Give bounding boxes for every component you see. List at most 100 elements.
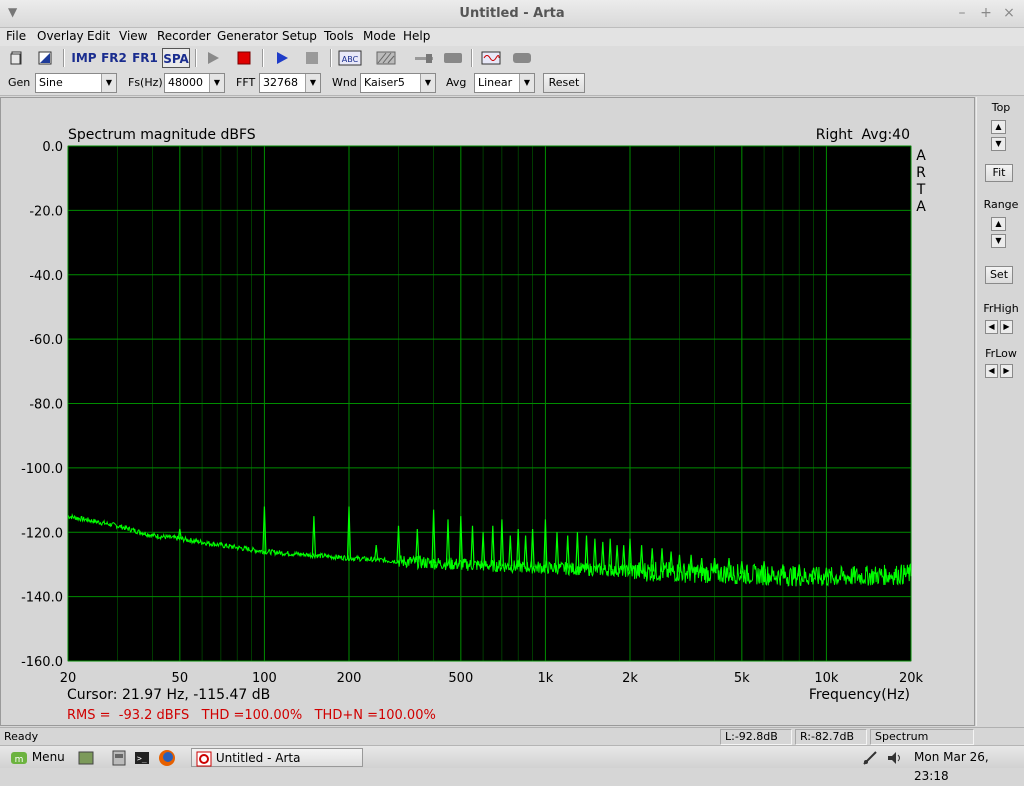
right-level-readout: R:-82.7dB	[795, 729, 867, 745]
hatch-icon[interactable]	[374, 48, 398, 68]
window-select[interactable]: Kaiser5 ▼	[360, 73, 436, 93]
y-tick-label: -100.0	[21, 462, 63, 477]
top-down-arrow-icon[interactable]: ▼	[991, 137, 1006, 151]
terminal-icon[interactable]: >_	[134, 748, 152, 767]
play-disabled-icon[interactable]	[201, 48, 225, 68]
maximize-button[interactable]: +	[978, 5, 994, 21]
desktop-taskbar: m Menu >_ Untitled - Arta Mon Mar 26, 23…	[0, 745, 1024, 783]
spectrum-plot-panel: 20 50 100 200 500 1k 2k 5k 10k 20k 0.0 -20.0 -40.0 -6…	[0, 97, 975, 726]
avg-select-value: Linear	[478, 76, 513, 89]
fs-select[interactable]: 48000 ▼	[164, 73, 225, 93]
top-label: Top	[991, 101, 1011, 114]
spectrum-mode-button[interactable]: SPA	[162, 48, 190, 68]
range-label: Range	[983, 198, 1019, 211]
avg-label: Avg	[446, 76, 467, 89]
start-menu-button[interactable]: m Menu	[10, 748, 70, 767]
y-tick-label: -160.0	[21, 655, 63, 670]
toolbar-separator	[471, 49, 473, 67]
arta-brand-letter: A	[916, 148, 926, 164]
arta-brand-letter: T	[916, 182, 926, 198]
show-desktop-icon[interactable]	[78, 748, 96, 767]
volume-icon[interactable]	[886, 748, 906, 767]
avg-select[interactable]: Linear ▼	[474, 73, 535, 93]
impulse-mode-button[interactable]: IMP	[71, 48, 97, 68]
reset-button[interactable]: Reset	[543, 73, 585, 93]
fr2-mode-button[interactable]: FR2	[101, 48, 127, 68]
y-tick-label: -20.0	[29, 204, 63, 219]
menu-view[interactable]: View	[119, 29, 147, 43]
file-manager-icon[interactable]	[111, 748, 129, 767]
menu-file[interactable]: File	[6, 29, 26, 43]
svg-text:m: m	[15, 755, 24, 765]
frlow-right-arrow-icon[interactable]: ▶	[1000, 364, 1013, 378]
menu-overlay[interactable]: Overlay	[37, 29, 84, 43]
set-button[interactable]: Set	[985, 266, 1013, 284]
generator-stop-icon[interactable]	[300, 48, 324, 68]
close-button[interactable]: ×	[1001, 5, 1017, 21]
minimize-button[interactable]: –	[954, 5, 970, 21]
new-file-icon[interactable]	[5, 48, 29, 68]
title-bar: ▼ Untitled - Arta – + ×	[0, 0, 1024, 28]
network-icon[interactable]	[862, 748, 880, 767]
system-clock: Mon Mar 26, 23:18	[914, 750, 989, 783]
abc-text: ABC	[342, 55, 359, 64]
sine-generator-icon[interactable]	[479, 48, 503, 68]
toolbar-separator	[195, 49, 197, 67]
chevron-down-icon[interactable]: ▼	[305, 74, 320, 92]
x-tick-label: 100	[252, 671, 277, 686]
menu-edit[interactable]: Edit	[87, 29, 110, 43]
chevron-down-icon[interactable]: ▼	[420, 74, 435, 92]
svg-text:>_: >_	[137, 754, 147, 763]
top-up-arrow-icon[interactable]: ▲	[991, 120, 1006, 134]
meter-icon[interactable]	[441, 48, 465, 68]
frhigh-right-arrow-icon[interactable]: ▶	[1000, 320, 1013, 334]
fft-select-value: 32768	[263, 76, 298, 89]
start-menu-label: Menu	[31, 750, 65, 764]
abc-label-icon[interactable]: ABC	[337, 48, 363, 68]
menu-generator[interactable]: Generator	[217, 29, 278, 43]
y-tick-label: -140.0	[21, 591, 63, 606]
fft-label: FFT	[236, 76, 256, 89]
x-tick-label: 1k	[538, 671, 554, 686]
generator-play-icon[interactable]	[270, 48, 294, 68]
range-down-arrow-icon[interactable]: ▼	[991, 234, 1006, 248]
x-axis-label: Frequency(Hz)	[809, 687, 910, 703]
toolbar: IMP FR2 FR1 SPA ABC	[0, 46, 1024, 70]
chevron-down-icon[interactable]: ▼	[519, 74, 534, 92]
stop-record-icon[interactable]	[232, 48, 256, 68]
y-tick-label: -120.0	[21, 526, 63, 541]
fs-select-value: 48000	[168, 76, 203, 89]
spectrum-chart[interactable]: 20 50 100 200 500 1k 2k 5k 10k 20k 0.0 -20.0 -40.0 -6…	[1, 98, 976, 727]
rms-thd-readout: RMS = -93.2 dBFS THD =100.00% THD+N =100…	[67, 708, 436, 723]
taskbar-app-arta[interactable]: Untitled - Arta	[191, 748, 363, 767]
load-icon[interactable]	[33, 48, 57, 68]
frlow-label: FrLow	[985, 347, 1017, 360]
firefox-icon[interactable]	[158, 748, 178, 767]
x-tick-label: 5k	[734, 671, 750, 686]
gen-select[interactable]: Sine ▼	[35, 73, 117, 93]
menu-mode[interactable]: Mode	[363, 29, 396, 43]
range-up-arrow-icon[interactable]: ▲	[991, 217, 1006, 231]
fit-button[interactable]: Fit	[985, 164, 1013, 182]
status-bar: Ready L:-92.8dB R:-82.7dB Spectrum Analy…	[0, 727, 1024, 757]
menu-help[interactable]: Help	[403, 29, 430, 43]
frhigh-left-arrow-icon[interactable]: ◀	[985, 320, 998, 334]
window-title: Untitled - Arta	[459, 6, 565, 21]
x-tick-label: 20	[60, 671, 77, 686]
chevron-down-icon[interactable]: ▼	[209, 74, 224, 92]
toolbar-separator	[63, 49, 65, 67]
chevron-down-icon[interactable]: ▼	[101, 74, 116, 92]
menu-setup[interactable]: Setup	[282, 29, 317, 43]
x-tick-label: 200	[337, 671, 362, 686]
analyzer-mode-readout: Spectrum Analyzer	[870, 729, 974, 757]
cursor-readout: Cursor: 21.97 Hz, -115.47 dB	[67, 687, 270, 703]
fr1-mode-button[interactable]: FR1	[132, 48, 158, 68]
menu-recorder[interactable]: Recorder	[157, 29, 211, 43]
menu-tools[interactable]: Tools	[324, 29, 354, 43]
slider-icon[interactable]	[412, 48, 436, 68]
fft-select[interactable]: 32768 ▼	[259, 73, 321, 93]
analyzer-settings-bar: Gen Sine ▼ Fs(Hz) 48000 ▼ FFT 32768 ▼ Wn…	[0, 70, 1024, 96]
scope-icon[interactable]	[510, 48, 534, 68]
window-select-value: Kaiser5	[364, 76, 405, 89]
frlow-left-arrow-icon[interactable]: ◀	[985, 364, 998, 378]
